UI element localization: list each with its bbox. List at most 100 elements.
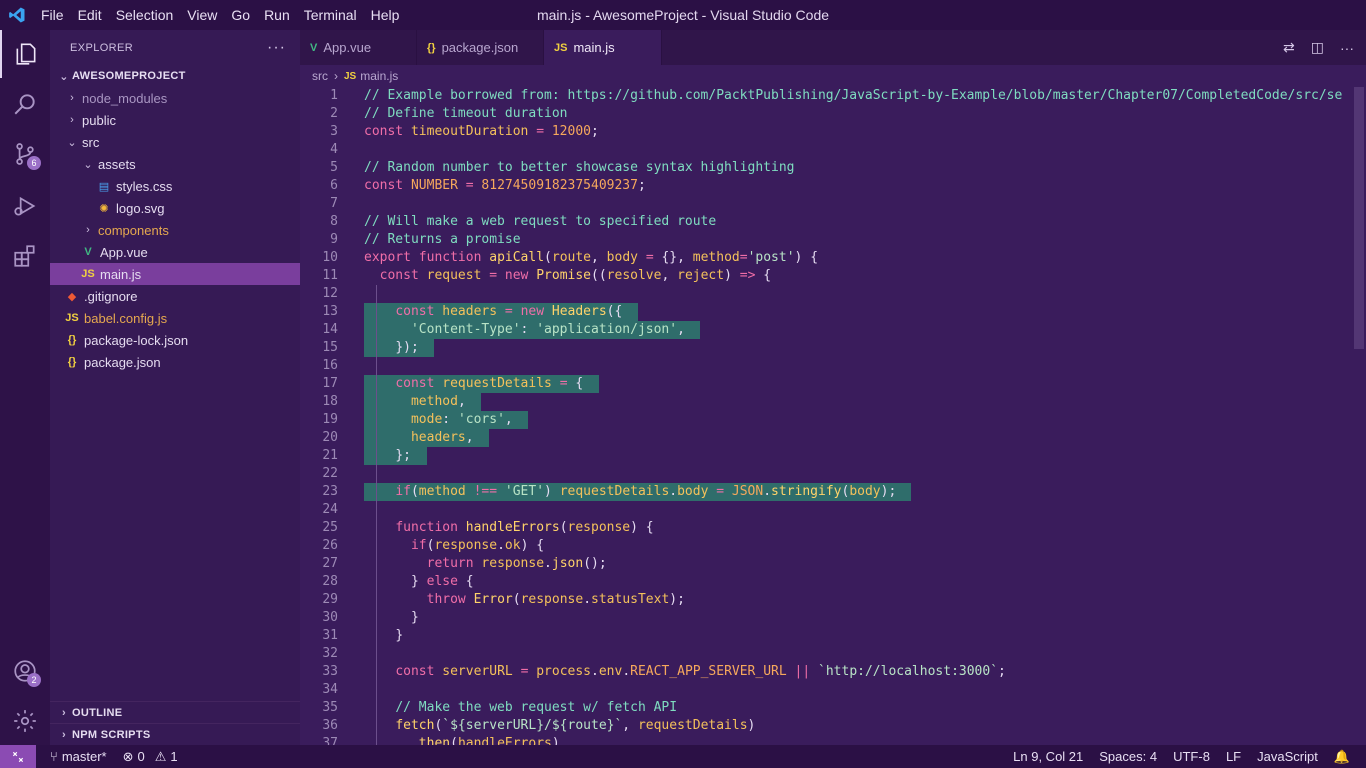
open-changes-icon[interactable]: ⇄ — [1283, 39, 1295, 56]
code-editor[interactable]: 1 // Example borrowed from: https://githu… — [300, 87, 1366, 745]
outline-panel-header[interactable]: › OUTLINE — [50, 701, 300, 723]
search-icon[interactable] — [0, 80, 50, 128]
language-mode[interactable]: JavaScript — [1249, 749, 1326, 764]
code-line[interactable]: 16 — [300, 357, 1366, 375]
tree-item-main-js[interactable]: JS main.js — [50, 263, 300, 285]
more-actions-icon[interactable]: ··· — [1340, 40, 1354, 56]
menu-terminal[interactable]: Terminal — [297, 0, 364, 30]
problems-status[interactable]: ⊗ 0 ⚠ 1 — [115, 749, 186, 765]
code-text: }; — [395, 448, 411, 463]
tree-item-logo-svg[interactable]: ✺ logo.svg — [50, 197, 300, 219]
code-line[interactable]: 24 — [300, 501, 1366, 519]
code-line[interactable]: 15 }); — [300, 339, 1366, 357]
code-line[interactable]: 7 — [300, 195, 1366, 213]
editor-scrollbar[interactable] — [1352, 87, 1366, 745]
code-line[interactable]: 6 const NUMBER = 81274509182375409237; — [300, 177, 1366, 195]
code-line[interactable]: 26 if(response.ok) { — [300, 537, 1366, 555]
project-root[interactable]: ⌄ AWESOMEPROJECT — [50, 65, 300, 87]
accounts-icon[interactable]: 2 — [0, 647, 50, 695]
split-editor-icon[interactable]: ◫ — [1311, 39, 1324, 56]
json-file-icon: {} — [427, 41, 436, 54]
breadcrumb-folder[interactable]: src — [312, 69, 328, 83]
code-line[interactable]: 21 }; — [300, 447, 1366, 465]
code-line[interactable]: 27 return response.json(); — [300, 555, 1366, 573]
menu-file[interactable]: File — [34, 0, 71, 30]
tree-item-package-json[interactable]: {} package.json — [50, 351, 300, 373]
encoding[interactable]: UTF-8 — [1165, 749, 1218, 764]
code-line[interactable]: 33 const serverURL = process.env.REACT_A… — [300, 663, 1366, 681]
code-line[interactable]: 11 const request = new Promise((resolve,… — [300, 267, 1366, 285]
code-line[interactable]: 13 const headers = new Headers({ — [300, 303, 1366, 321]
line-number: 20 — [322, 430, 338, 445]
menu-help[interactable]: Help — [364, 0, 407, 30]
code-line[interactable]: 8 // Will make a web request to specified… — [300, 213, 1366, 231]
indentation[interactable]: Spaces: 4 — [1091, 749, 1165, 764]
extensions-icon[interactable] — [0, 232, 50, 280]
code-line[interactable]: 37 .then(handleErrors) — [300, 735, 1366, 745]
code-line[interactable]: 36 fetch(`${serverURL}/${route}`, reques… — [300, 717, 1366, 735]
code-line[interactable]: 23 if(method !== 'GET') requestDetails.b… — [300, 483, 1366, 501]
tree-item-label: package.json — [84, 354, 161, 370]
code-line[interactable]: 25 function handleErrors(response) { — [300, 519, 1366, 537]
code-line[interactable]: 19 mode: 'cors', — [300, 411, 1366, 429]
tab-app-vue[interactable]: V App.vue — [300, 30, 417, 65]
manage-gear-icon[interactable] — [0, 697, 50, 745]
menu-run[interactable]: Run — [257, 0, 297, 30]
run-debug-icon[interactable] — [0, 182, 50, 230]
code-line[interactable]: 12 — [300, 285, 1366, 303]
code-line[interactable]: 17 const requestDetails = { — [300, 375, 1366, 393]
vscode-logo-icon[interactable] — [0, 0, 34, 30]
code-line[interactable]: 1 // Example borrowed from: https://githu… — [300, 87, 1366, 105]
code-line[interactable]: 9 // Returns a promise — [300, 231, 1366, 249]
remote-indicator-icon[interactable] — [0, 745, 36, 768]
chevron-down-icon: ⌄ — [59, 70, 69, 83]
code-line[interactable]: 3 const timeoutDuration = 12000; — [300, 123, 1366, 141]
code-line[interactable]: 34 — [300, 681, 1366, 699]
notifications-bell-icon[interactable]: 🔔 — [1326, 749, 1358, 765]
menu-view[interactable]: View — [180, 0, 224, 30]
explorer-icon[interactable] — [0, 30, 50, 78]
code-line[interactable]: 32 — [300, 645, 1366, 663]
npm-scripts-panel-header[interactable]: › NPM SCRIPTS — [50, 723, 300, 745]
outline-label: OUTLINE — [72, 706, 123, 719]
code-line[interactable]: 14 'Content-Type': 'application/json', — [300, 321, 1366, 339]
js-file-icon: JS — [344, 70, 357, 82]
code-line[interactable]: 28 } else { — [300, 573, 1366, 591]
code-line[interactable]: 10 export function apiCall(route, body = … — [300, 249, 1366, 267]
scrollbar-thumb[interactable] — [1354, 87, 1364, 349]
code-line[interactable]: 35 // Make the web request w/ fetch API — [300, 699, 1366, 717]
tree-item-styles-css[interactable]: ▤ styles.css — [50, 175, 300, 197]
tree-item-public[interactable]: › public — [50, 109, 300, 131]
tab-main-js[interactable]: JS main.js — [544, 30, 662, 65]
project-name: AWESOMEPROJECT — [72, 70, 186, 82]
more-actions-icon[interactable]: ··· — [267, 39, 286, 57]
breadcrumb-file[interactable]: main.js — [360, 69, 398, 83]
tree-item-gitignore[interactable]: ◆ .gitignore — [50, 285, 300, 307]
end-of-line[interactable]: LF — [1218, 749, 1249, 764]
tree-item-src[interactable]: ⌄ src — [50, 131, 300, 153]
cursor-position[interactable]: Ln 9, Col 21 — [1005, 749, 1091, 764]
code-line[interactable]: 30 } — [300, 609, 1366, 627]
code-line[interactable]: 31 } — [300, 627, 1366, 645]
code-line[interactable]: 2 // Define timeout duration — [300, 105, 1366, 123]
menu-go[interactable]: Go — [224, 0, 257, 30]
line-number: 31 — [322, 628, 338, 643]
code-line[interactable]: 20 headers, — [300, 429, 1366, 447]
tree-item-app-vue[interactable]: V App.vue — [50, 241, 300, 263]
breadcrumb: src › JS main.js — [300, 65, 1366, 87]
tree-item-package-lock[interactable]: {} package-lock.json — [50, 329, 300, 351]
code-line[interactable]: 29 throw Error(response.statusText); — [300, 591, 1366, 609]
git-branch-status[interactable]: ⑂ master* — [42, 749, 115, 764]
source-control-icon[interactable]: 6 — [0, 130, 50, 178]
menu-selection[interactable]: Selection — [109, 0, 181, 30]
code-line[interactable]: 18 method, — [300, 393, 1366, 411]
tab-package-json[interactable]: {} package.json — [417, 30, 544, 65]
menu-edit[interactable]: Edit — [71, 0, 109, 30]
tree-item-components[interactable]: › components — [50, 219, 300, 241]
tree-item-babel-config[interactable]: JS babel.config.js — [50, 307, 300, 329]
tree-item-node-modules[interactable]: › node_modules — [50, 87, 300, 109]
tree-item-assets[interactable]: ⌄ assets — [50, 153, 300, 175]
code-line[interactable]: 4 — [300, 141, 1366, 159]
code-line[interactable]: 22 — [300, 465, 1366, 483]
code-line[interactable]: 5 // Random number to better showcase syn… — [300, 159, 1366, 177]
